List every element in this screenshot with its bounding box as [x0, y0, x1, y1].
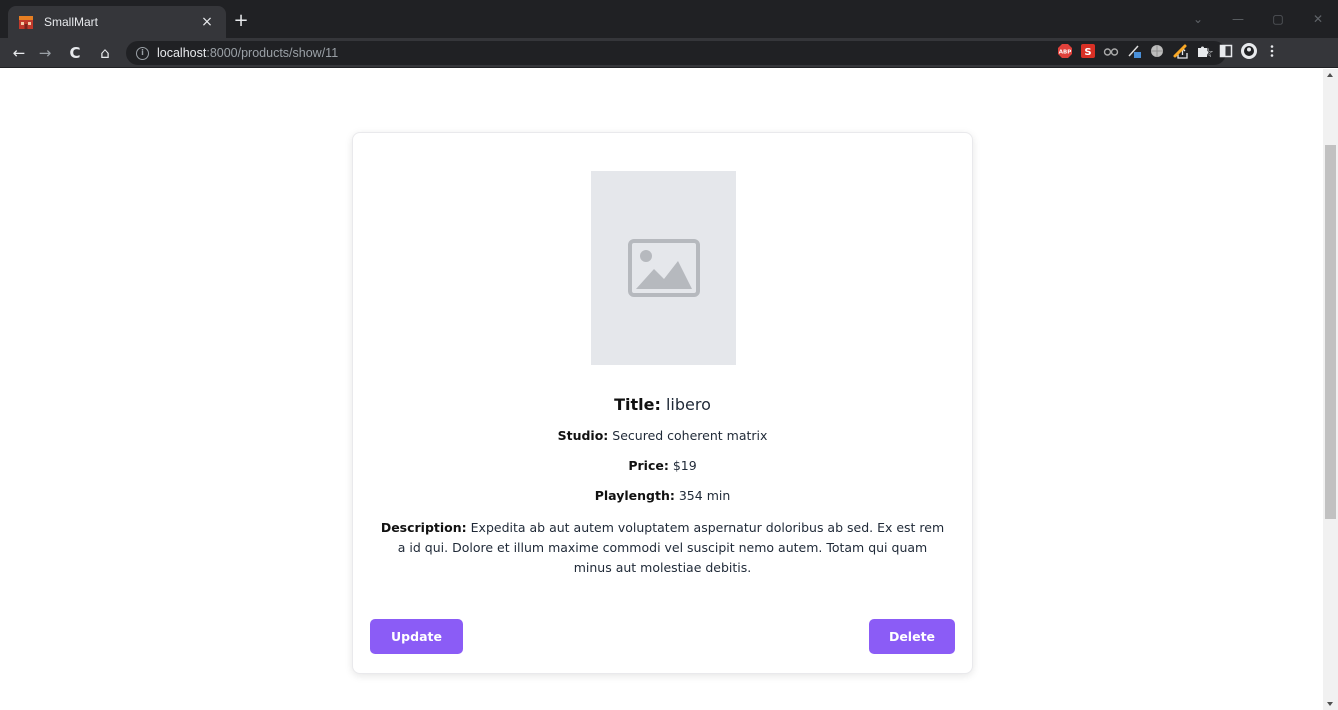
url-host: localhost [157, 46, 207, 60]
new-tab-button[interactable]: + [230, 10, 252, 32]
description-value: Expedita ab aut autem voluptatem asperna… [397, 520, 945, 575]
studio-value: Secured coherent matrix [612, 428, 768, 443]
side-panel-icon[interactable] [1217, 42, 1235, 60]
page-scrollbar[interactable] [1323, 69, 1338, 710]
forward-button[interactable]: → [34, 42, 56, 64]
tab-search-icon[interactable]: ⌄ [1178, 0, 1218, 38]
back-button[interactable]: ← [8, 42, 30, 64]
price-label: Price: [628, 458, 669, 473]
browser-toolbar: ← → C ⌂ i localhost:8000/products/show/1… [0, 38, 1338, 68]
adblock-label: ABP [1059, 50, 1071, 56]
scroll-up-icon[interactable] [1327, 73, 1333, 77]
product-studio: Studio: Secured coherent matrix [371, 428, 954, 443]
price-value: $19 [672, 458, 697, 473]
product-card: Title: libero Studio: Secured coherent m… [352, 132, 973, 674]
scroll-thumb[interactable] [1325, 145, 1336, 519]
pen-extension-icon[interactable] [1125, 42, 1143, 60]
title-value: libero [665, 395, 711, 414]
close-window-button[interactable]: ✕ [1298, 0, 1338, 38]
globe-extension-icon[interactable] [1148, 42, 1166, 60]
glasses-extension-icon[interactable] [1102, 42, 1120, 60]
home-button[interactable]: ⌂ [94, 42, 116, 64]
adblock-icon[interactable]: ABP [1056, 42, 1074, 60]
product-details: Title: libero Studio: Secured coherent m… [371, 395, 954, 593]
store-favicon-icon [18, 14, 34, 30]
site-info-icon[interactable]: i [136, 46, 149, 60]
s-extension-label: S [1084, 47, 1091, 58]
menu-kebab-icon[interactable] [1263, 42, 1281, 60]
update-button[interactable]: Update [370, 619, 463, 654]
browser-tabstrip: SmallMart × + ⌄ — ▢ ✕ [0, 0, 1338, 38]
tab-close-icon[interactable]: × [198, 14, 216, 30]
image-placeholder-icon [627, 239, 700, 297]
reload-button[interactable]: C [64, 42, 86, 64]
product-description: Description: Expedita ab aut autem volup… [371, 518, 954, 578]
restore-button[interactable]: ▢ [1258, 0, 1298, 38]
tab-title: SmallMart [44, 15, 99, 29]
product-playlength: Playlength: 354 min [371, 488, 954, 503]
profile-icon[interactable] [1240, 42, 1258, 60]
url-text[interactable]: localhost:8000/products/show/11 [157, 46, 338, 60]
window-controls: ⌄ — ▢ ✕ [1178, 0, 1338, 38]
s-extension-icon[interactable]: S [1079, 42, 1097, 60]
scroll-down-icon[interactable] [1327, 702, 1333, 706]
browser-tab[interactable]: SmallMart × [8, 6, 226, 38]
extensions-bar: ABP S [1056, 42, 1281, 60]
extensions-puzzle-icon[interactable] [1194, 42, 1212, 60]
minimize-button[interactable]: — [1218, 0, 1258, 38]
description-label: Description: [380, 520, 467, 535]
playlength-label: Playlength: [594, 488, 675, 503]
product-price: Price: $19 [371, 458, 954, 473]
playlength-value: 354 min [678, 488, 731, 503]
studio-label: Studio: [557, 428, 609, 443]
product-title: Title: libero [371, 395, 954, 414]
delete-button[interactable]: Delete [869, 619, 955, 654]
url-path: :8000/products/show/11 [206, 46, 339, 60]
product-image [591, 171, 736, 365]
pencil-extension-icon[interactable] [1171, 42, 1189, 60]
title-label: Title: [614, 395, 661, 414]
